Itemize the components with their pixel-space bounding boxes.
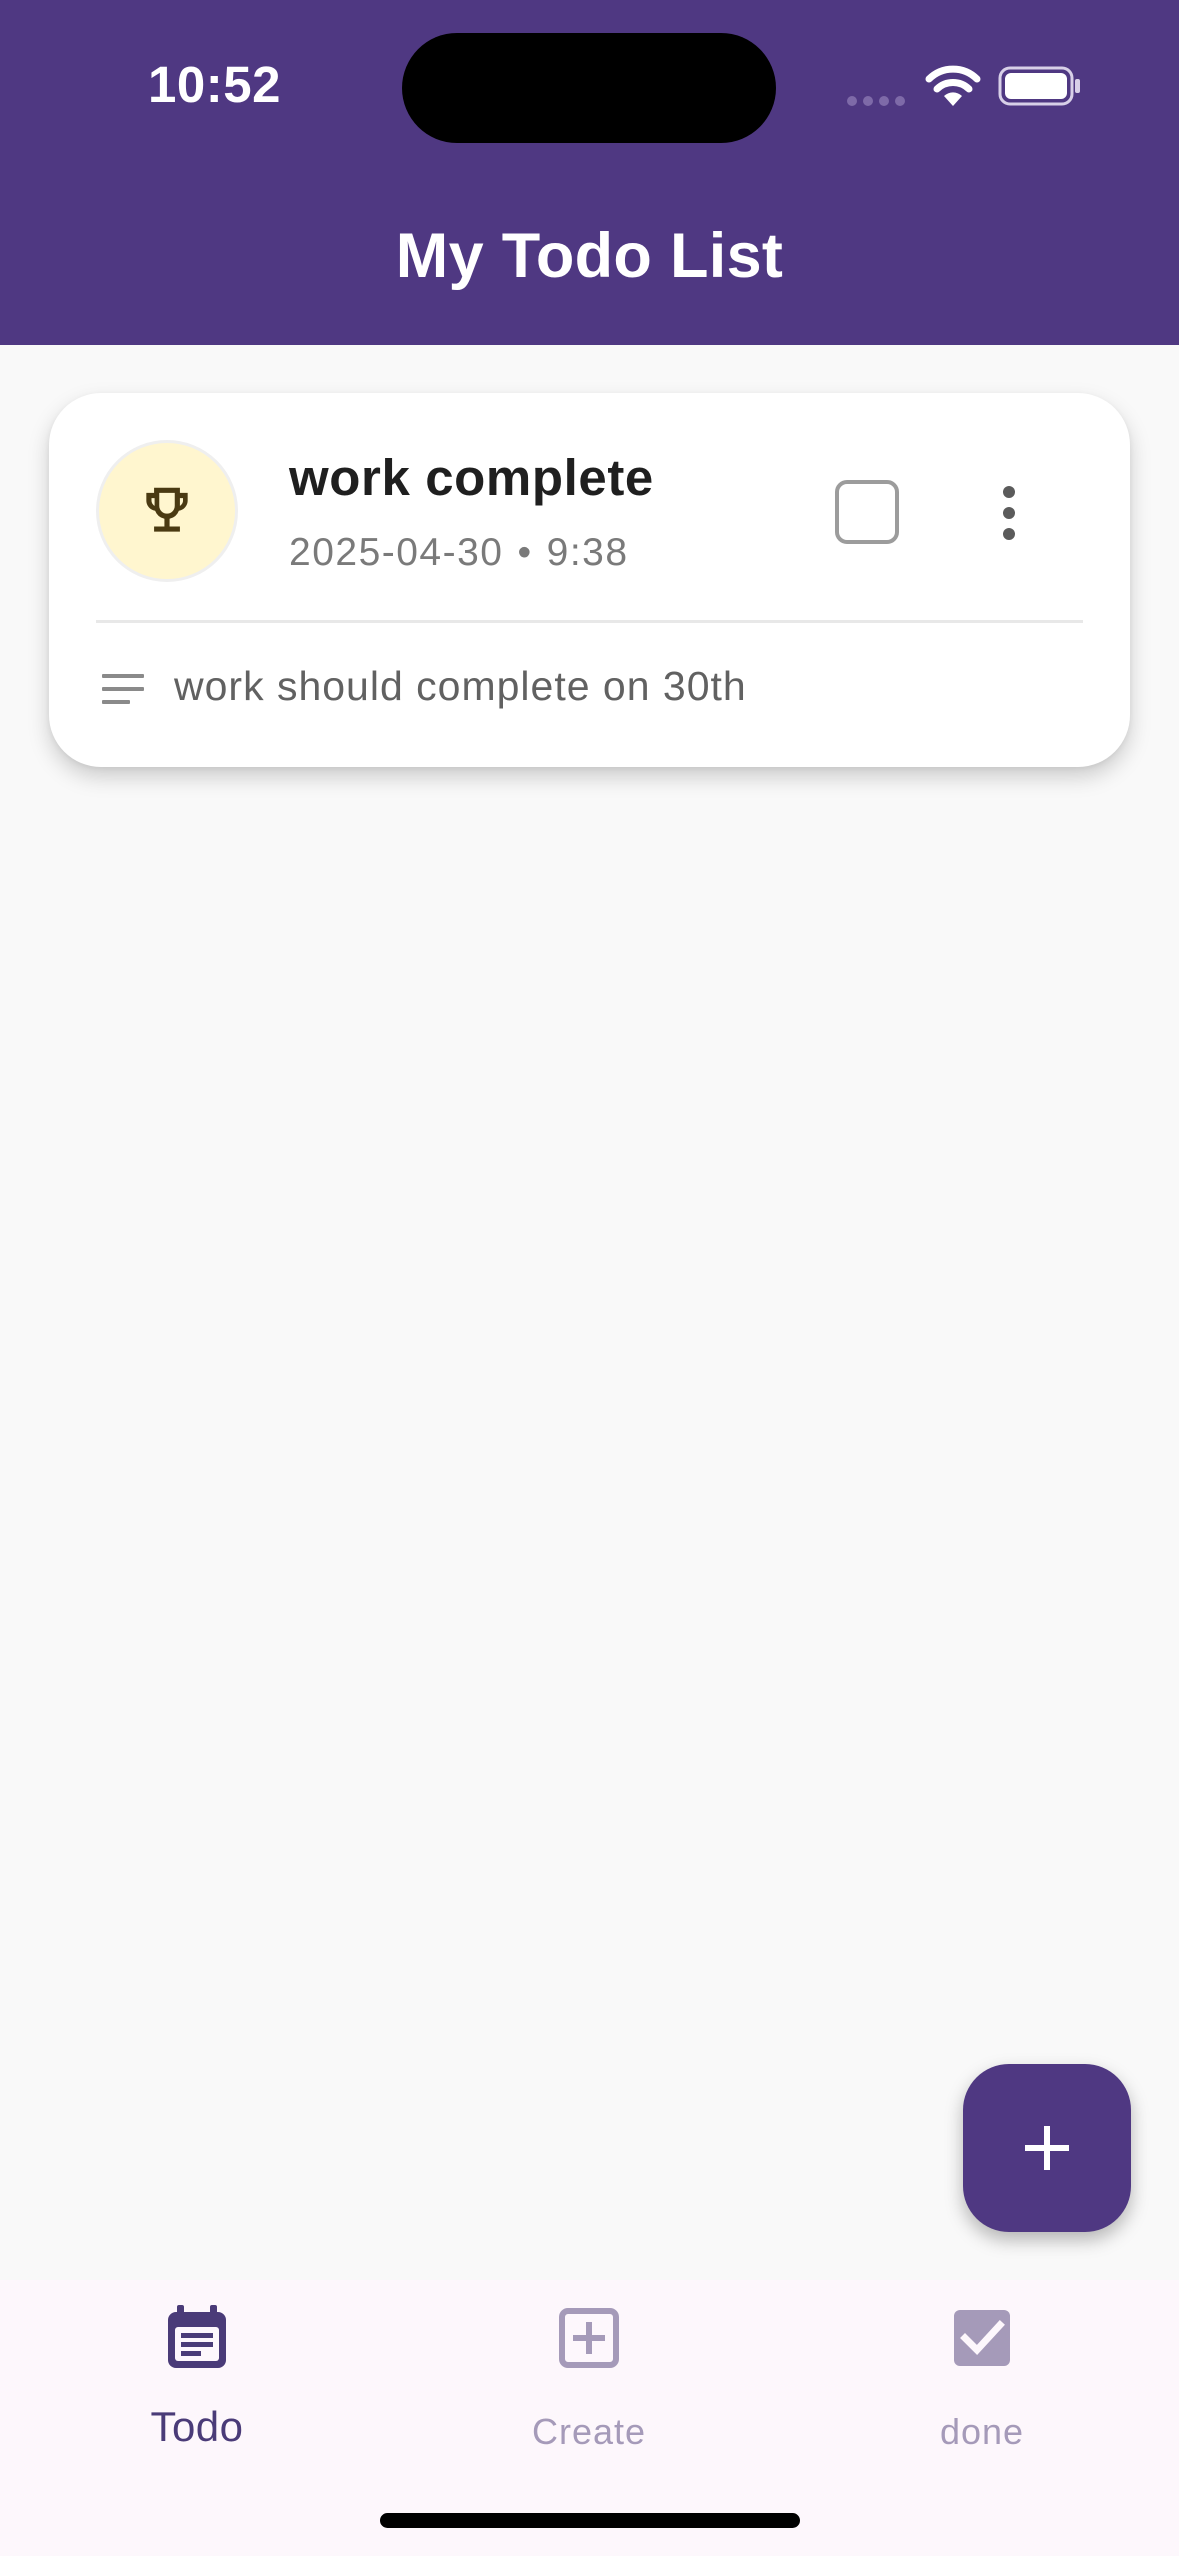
notes-icon xyxy=(102,674,144,704)
battery-icon xyxy=(998,66,1080,106)
todo-datetime: 2025-04-30 • 9:38 xyxy=(289,531,629,575)
nav-label-todo: Todo xyxy=(150,2403,244,2450)
complete-checkbox[interactable] xyxy=(835,480,899,544)
calendar-list-icon xyxy=(168,2305,226,2368)
bottom-navigation: Todo Create done xyxy=(0,2280,1179,2556)
category-avatar xyxy=(96,440,238,582)
home-indicator xyxy=(380,2513,800,2528)
more-options-button[interactable] xyxy=(984,468,1034,558)
todo-time: 9:38 xyxy=(546,531,629,574)
app-header: 10:52 My Todo List xyxy=(0,0,1179,345)
nav-item-done[interactable]: done xyxy=(852,2305,1112,2455)
add-todo-fab[interactable] xyxy=(963,2064,1131,2232)
more-vert-icon xyxy=(1003,486,1015,498)
trophy-icon xyxy=(146,487,188,532)
cellular-signal-icon xyxy=(847,96,905,106)
nav-item-create[interactable]: Create xyxy=(459,2305,719,2455)
dynamic-island xyxy=(402,33,776,143)
todo-date: 2025-04-30 xyxy=(289,531,504,574)
status-time: 10:52 xyxy=(148,56,281,113)
page-title: My Todo List xyxy=(395,221,784,291)
todo-title: work complete xyxy=(289,449,654,506)
wifi-icon xyxy=(925,65,981,106)
nav-label-create: Create xyxy=(531,2411,647,2452)
todo-notes: work should complete on 30th xyxy=(174,663,747,709)
card-divider xyxy=(96,620,1083,623)
nav-label-done: done xyxy=(939,2411,1025,2452)
checkbox-checked-icon xyxy=(954,2310,1010,2366)
screen: 10:52 My Todo List work complete 2025-04… xyxy=(0,0,1179,2556)
meta-separator: • xyxy=(517,531,533,574)
plus-icon xyxy=(1025,2126,1069,2170)
add-box-icon xyxy=(559,2308,619,2368)
nav-item-todo[interactable]: Todo xyxy=(67,2305,327,2455)
todo-card[interactable]: work complete 2025-04-30 • 9:38 work shoul… xyxy=(49,393,1130,767)
